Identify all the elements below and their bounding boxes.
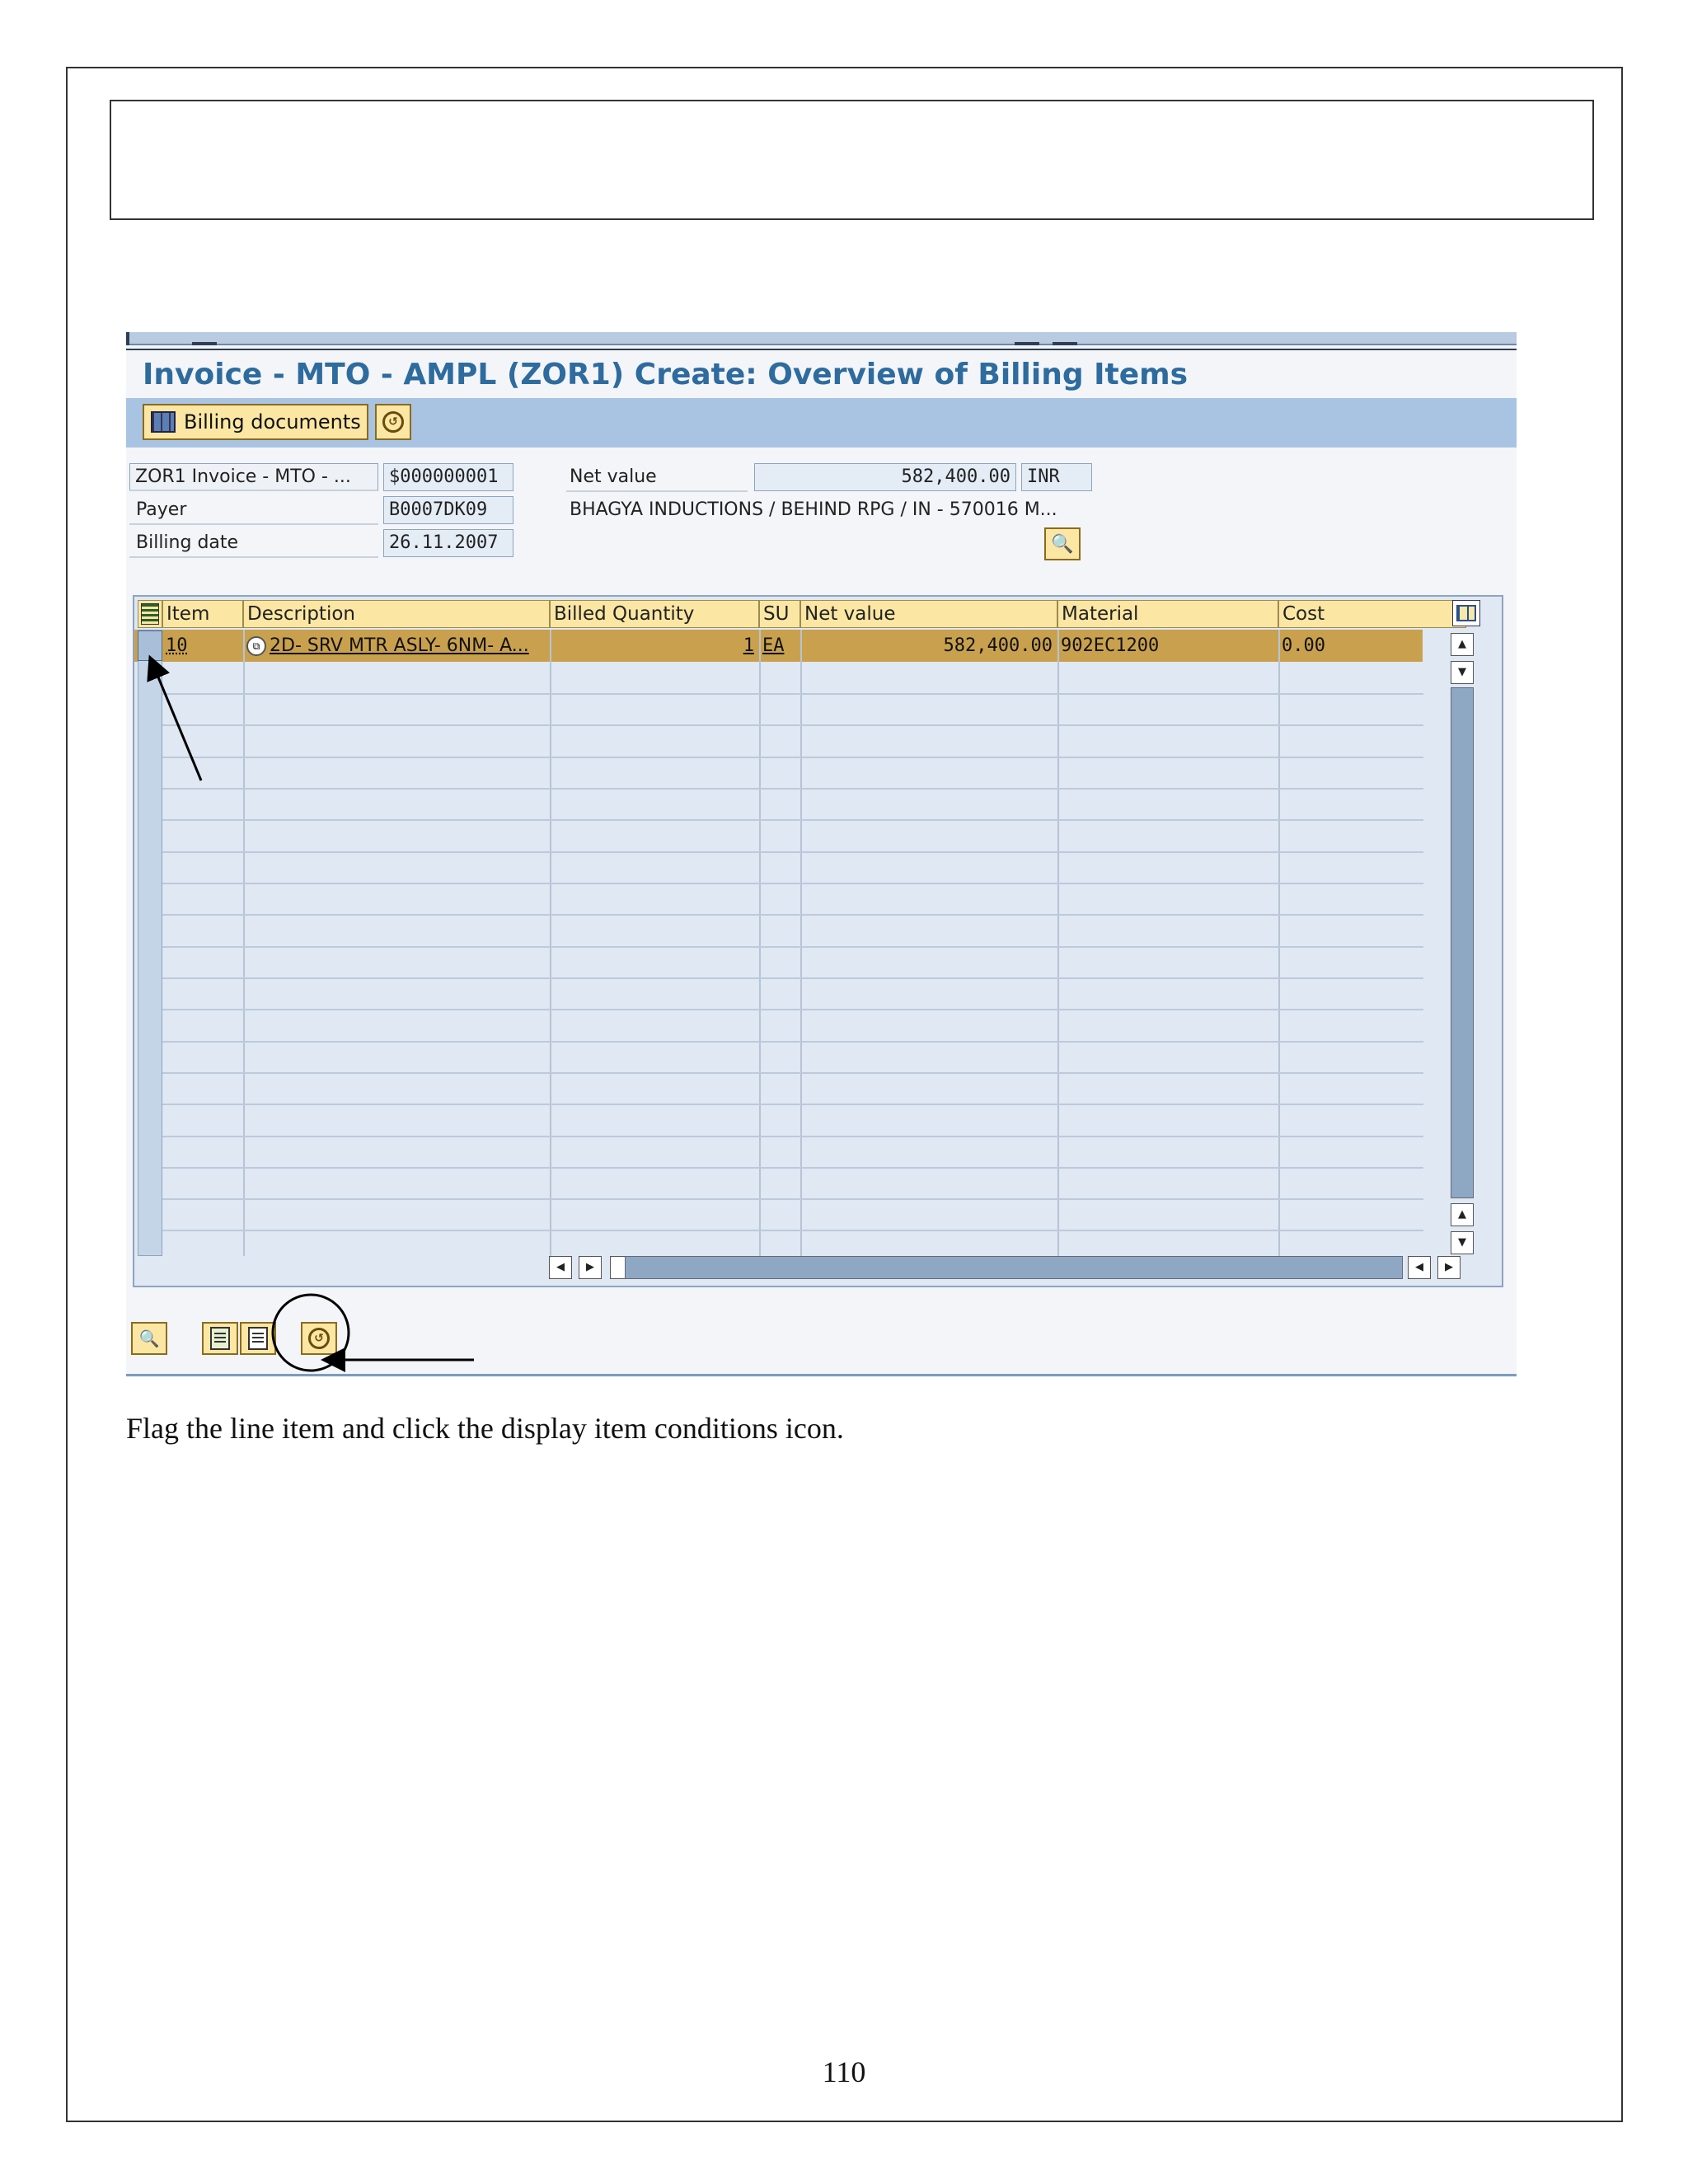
scroll-up-button[interactable]: ▲: [1451, 633, 1474, 656]
instruction-caption: Flag the line item and click the display…: [126, 1412, 844, 1445]
table-icon: [151, 411, 176, 433]
row-divider: [162, 1198, 1423, 1200]
select-all-icon: [141, 603, 159, 625]
column-header-description[interactable]: Description: [243, 600, 550, 628]
row-divider: [162, 819, 1423, 821]
column-header-net-value[interactable]: Net value: [800, 600, 1057, 628]
sap-screenshot: Invoice - MTO - AMPL (ZOR1) Create: Over…: [126, 332, 1517, 1377]
screen-title: Invoice - MTO - AMPL (ZOR1) Create: Over…: [143, 358, 1189, 391]
billing-date-label: Billing date: [129, 528, 378, 558]
net-value-label: Net value: [566, 462, 748, 492]
currency-field: INR: [1021, 463, 1092, 491]
row-divider: [162, 946, 1423, 948]
deselect-all-icon: [248, 1327, 268, 1350]
scroll-page-down-button[interactable]: ▲: [1451, 1203, 1474, 1226]
deselect-all-items-button[interactable]: [240, 1322, 276, 1355]
row-divider: [162, 1167, 1423, 1169]
header-box: [110, 100, 1594, 220]
bottom-divider: [126, 1374, 1517, 1376]
column-header-cost[interactable]: Cost: [1278, 600, 1466, 628]
table-settings-button[interactable]: [1452, 600, 1480, 626]
column-divider: [1278, 630, 1280, 1256]
select-all-button[interactable]: [138, 600, 162, 628]
row-divider: [162, 1136, 1423, 1137]
column-divider: [800, 630, 802, 1256]
scroll-far-right-button[interactable]: ▶: [1437, 1256, 1461, 1279]
item-number[interactable]: 10: [166, 630, 240, 662]
select-all-icon: [210, 1327, 230, 1350]
row-divider: [162, 1230, 1423, 1231]
column-header-billed-quantity[interactable]: Billed Quantity: [550, 600, 759, 628]
sales-unit[interactable]: EA: [762, 630, 799, 662]
row-divider: [162, 693, 1423, 695]
scroll-page-up-button[interactable]: ▼: [1451, 661, 1474, 684]
column-divider: [550, 630, 551, 1256]
magnify-icon: 🔍: [1051, 533, 1074, 555]
net-value-field: 582,400.00: [754, 463, 1016, 491]
doc-type-field[interactable]: ZOR1 Invoice - MTO - ...: [129, 463, 378, 491]
payer-field[interactable]: B0007DK09: [383, 496, 513, 524]
display-item-conditions-button[interactable]: ↺: [301, 1322, 337, 1355]
billing-documents-label: Billing documents: [184, 410, 361, 434]
billing-date-field[interactable]: 26.11.2007: [383, 529, 513, 557]
row-divider: [162, 914, 1423, 916]
vertical-scrollbar[interactable]: [1451, 687, 1474, 1198]
row-selector-column: [138, 630, 162, 1256]
doc-number-field[interactable]: $000000001: [383, 463, 513, 491]
row-divider: [162, 1104, 1423, 1105]
payer-label: Payer: [129, 495, 378, 525]
billing-documents-button[interactable]: Billing documents: [143, 404, 368, 440]
row-divider: [162, 1041, 1423, 1043]
partner-details-button[interactable]: 🔍: [1044, 527, 1081, 560]
column-header-su[interactable]: SU: [759, 600, 800, 628]
column-divider: [243, 630, 245, 1256]
conditions-icon: ↺: [308, 1328, 330, 1349]
horizontal-scrollbar[interactable]: [625, 1256, 1403, 1279]
row-divider: [162, 977, 1423, 979]
scroll-far-left-button[interactable]: ◀: [1408, 1256, 1431, 1279]
row-divider: [162, 788, 1423, 790]
row-divider: [162, 724, 1423, 726]
table-settings-icon: [1456, 605, 1476, 621]
item-cost: 0.00: [1282, 635, 1325, 656]
column-divider: [1057, 630, 1059, 1256]
scroll-left-button[interactable]: ◀: [549, 1256, 572, 1279]
billed-quantity[interactable]: 1: [553, 630, 754, 662]
row-selector-flag[interactable]: [138, 630, 162, 661]
row-divider: [162, 851, 1423, 853]
scroll-down-button[interactable]: ▼: [1451, 1231, 1474, 1254]
scroll-right-button[interactable]: ▶: [579, 1256, 602, 1279]
item-detail-icon[interactable]: ⧉: [246, 636, 266, 656]
conditions-icon: ↺: [382, 411, 404, 433]
item-material: 902EC1200: [1061, 635, 1160, 656]
row-divider: [162, 883, 1423, 884]
row-divider: [162, 1072, 1423, 1074]
column-header-material[interactable]: Material: [1057, 600, 1278, 628]
row-divider: [162, 757, 1423, 758]
magnify-doc-icon: 🔍: [138, 1329, 160, 1348]
title-strip: [126, 332, 1517, 345]
page-number: 110: [822, 2055, 866, 2088]
payer-name: BHAGYA INDUCTIONS / BEHIND RPG / IN - 57…: [570, 499, 1057, 520]
title-divider: [126, 349, 1517, 350]
item-net-value: 582,400.00: [943, 635, 1053, 656]
item-details-button[interactable]: 🔍: [131, 1322, 167, 1355]
column-header-item[interactable]: Item: [162, 600, 243, 628]
column-divider: [759, 630, 761, 1256]
item-description[interactable]: 2D- SRV MTR ASLY- 6NM- A...: [270, 630, 546, 662]
conditions-header-button[interactable]: ↺: [375, 404, 411, 440]
row-divider: [162, 1009, 1423, 1010]
select-all-items-button[interactable]: [202, 1322, 238, 1355]
billing-items-table: Item Description Billed Quantity SU Net …: [133, 595, 1503, 1287]
